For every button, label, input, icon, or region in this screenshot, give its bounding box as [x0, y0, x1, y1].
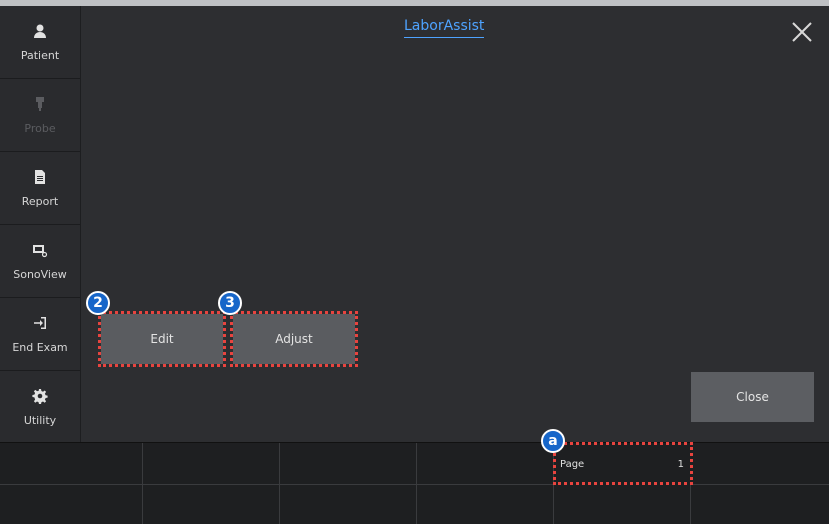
softkey-cell[interactable] — [691, 443, 829, 485]
page-label: Page — [560, 459, 585, 470]
softkey-cell[interactable] — [417, 443, 554, 485]
page-indicator[interactable]: Page 1 — [553, 442, 693, 485]
annotation-marker-3: 3 — [218, 291, 242, 315]
marker-text: 3 — [225, 295, 235, 311]
softkey-cell[interactable] — [691, 485, 829, 524]
softkey-cell[interactable] — [0, 485, 143, 524]
edit-button-label: Edit — [150, 332, 174, 346]
sidebar-item-sonoview[interactable]: SonoView — [0, 225, 80, 298]
sidebar-item-label: Patient — [20, 48, 60, 62]
report-icon — [32, 169, 48, 189]
sidebar-item-probe[interactable]: Probe — [0, 79, 80, 152]
end-exam-icon — [32, 315, 48, 335]
sidebar-item-label: Utility — [23, 413, 57, 427]
sidebar-item-label: End Exam — [12, 340, 68, 354]
close-icon[interactable] — [790, 20, 814, 44]
softkey-cell[interactable] — [554, 485, 691, 524]
page-title: LaborAssist — [404, 18, 485, 38]
annotation-marker-a: a — [541, 429, 565, 453]
softkey-cell[interactable] — [0, 443, 143, 485]
close-button[interactable]: Close — [691, 372, 814, 422]
adjust-button-label: Adjust — [275, 332, 313, 346]
softkey-cell[interactable] — [280, 485, 417, 524]
close-button-label: Close — [736, 390, 769, 404]
main-panel: LaborAssist Edit 2 Adjust 3 Close — [81, 6, 829, 442]
sidebar-item-label: SonoView — [13, 267, 67, 281]
softkey-cell[interactable] — [280, 443, 417, 485]
sidebar-item-utility[interactable]: Utility — [0, 371, 80, 443]
marker-text: a — [548, 433, 558, 449]
softkey-cell[interactable] — [143, 485, 280, 524]
page-number: 1 — [677, 459, 684, 470]
sidebar-item-report[interactable]: Report — [0, 152, 80, 225]
gear-icon — [32, 388, 48, 408]
sidebar-item-end-exam[interactable]: End Exam — [0, 298, 80, 371]
sidebar: Patient Probe Report SonoView End Exam U… — [0, 6, 81, 442]
edit-button[interactable]: Edit — [98, 311, 226, 367]
sonoview-icon — [32, 242, 48, 262]
probe-icon — [32, 96, 48, 116]
bottom-panel: Page 1 — [0, 442, 829, 524]
patient-icon — [32, 23, 48, 43]
sidebar-item-label: Probe — [24, 121, 56, 135]
softkey-cell[interactable] — [143, 443, 280, 485]
softkey-cell[interactable] — [417, 485, 554, 524]
annotation-marker-2: 2 — [86, 291, 110, 315]
adjust-button[interactable]: Adjust — [230, 311, 358, 367]
sidebar-item-patient[interactable]: Patient — [0, 6, 80, 79]
sidebar-item-label: Report — [21, 194, 59, 208]
marker-text: 2 — [93, 295, 103, 311]
